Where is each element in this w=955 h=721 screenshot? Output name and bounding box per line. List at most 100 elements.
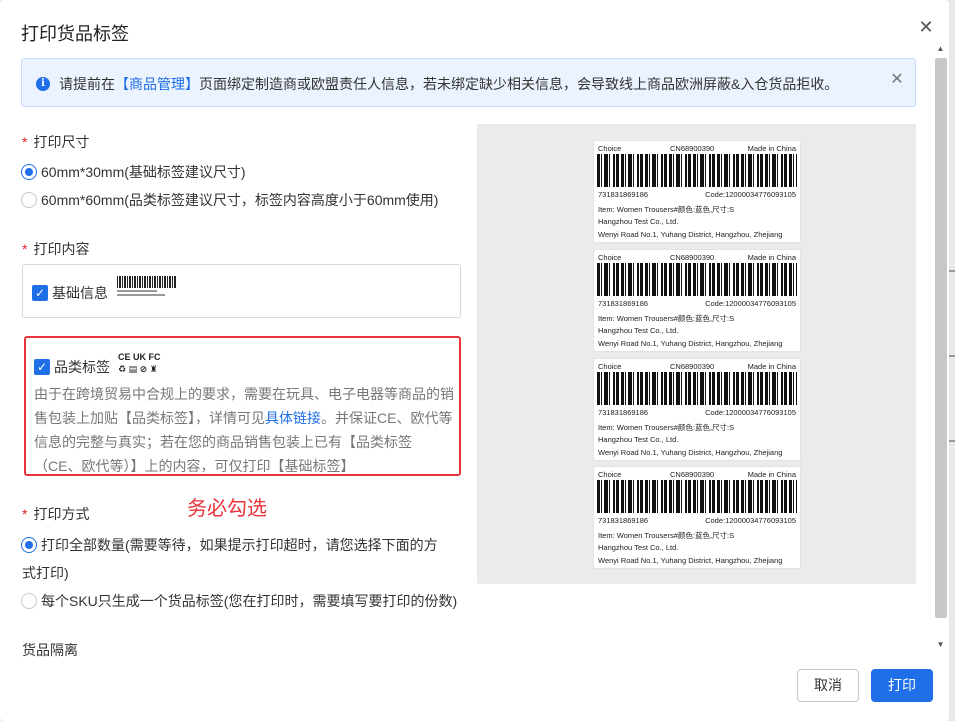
label-company: Hangzhou Test Co., Ltd.: [598, 543, 679, 552]
category-label-description: 由于在跨境贸易中合规上的要求，需要在玩具、电子电器等商品的销售包装上加贴【品类标…: [34, 382, 454, 478]
details-link[interactable]: 具体链接: [265, 410, 321, 426]
label-header: Choice CN68900390 Made in China: [598, 362, 796, 372]
barcode: [597, 480, 797, 513]
label-preview-panel: Choice CN68900390 Made in China 73183186…: [477, 124, 916, 584]
radio-print-one-per-sku-label: 每个SKU只生成一个货品标签(您在打印时，需要填写要打印的份数): [41, 593, 458, 609]
required-mark: *: [22, 241, 28, 257]
print-method-label: * 打印方式: [22, 504, 89, 524]
notice-text: 请提前在【商品管理】页面绑定制造商或欧盟责任人信息，若未绑定缺少相关信息，会导致…: [59, 74, 838, 94]
barcode: [597, 263, 797, 296]
basic-label-thumbnail: [117, 276, 177, 302]
notice-suffix: 页面绑定制造商或欧盟责任人信息，若未绑定缺少相关信息，会导致线上商品欧洲屏蔽&入…: [199, 76, 839, 92]
radio-checked-icon[interactable]: [21, 537, 37, 553]
label-origin: Made in China: [747, 253, 796, 262]
label-brand: Choice: [598, 362, 622, 371]
basic-info-label: 基础信息: [52, 285, 108, 301]
vertical-scrollbar[interactable]: ▲ ▼: [933, 43, 948, 653]
label-codes: 731831869186 Code:12000034776093105: [598, 299, 796, 309]
close-icon[interactable]: ✕: [915, 16, 937, 38]
label-codes: 731831869186 Code:12000034776093105: [598, 516, 796, 526]
category-label-card[interactable]: ✓ 品类标签 CE UK FC ♻ ▤ ⊘ ♜ 由于在跨境贸易中合规上的要求，需…: [24, 336, 461, 476]
category-label-checkbox-row[interactable]: ✓ 品类标签: [34, 357, 110, 377]
print-size-label-text: 打印尺寸: [33, 134, 90, 150]
category-label-text: 品类标签: [54, 359, 110, 375]
label-item: Item: Women Trousers#颜色:蓝色,尺寸:S: [598, 531, 735, 540]
label-codes: 731831869186 Code:12000034776093105: [598, 190, 796, 200]
radio-size-60x30[interactable]: 60mm*30mm(基础标签建议尺寸): [21, 162, 246, 182]
basic-info-checkbox-row[interactable]: ✓ 基础信息: [32, 283, 108, 303]
label-address: Wenyi Road No.1, Yuhang District, Hangzh…: [598, 339, 783, 348]
print-size-label: * 打印尺寸: [22, 132, 89, 152]
label-address: Wenyi Road No.1, Yuhang District, Hangzh…: [598, 556, 783, 565]
print-button[interactable]: 打印: [871, 669, 933, 702]
notice-banner: i 请提前在【商品管理】页面绑定制造商或欧盟责任人信息，若未绑定缺少相关信息，会…: [21, 58, 916, 107]
label-header: Choice CN68900390 Made in China: [598, 470, 796, 480]
label-brand: Choice: [598, 253, 622, 262]
label-code: Code:12000034776093105: [705, 299, 796, 308]
required-mark: *: [22, 506, 28, 522]
radio-unchecked-icon[interactable]: [21, 593, 37, 609]
label-brand: Choice: [598, 470, 622, 479]
label-code: Code:12000034776093105: [705, 190, 796, 199]
label-cn-code: CN68900390: [670, 144, 715, 153]
thumbnail-line: [117, 290, 157, 292]
certification-marks-line: CE UK FC: [118, 352, 161, 362]
annotation-must-check: 务必勾选: [187, 498, 267, 520]
label-sku-code: 731831869186: [598, 408, 649, 417]
label-item: Item: Women Trousers#颜色:蓝色,尺寸:S: [598, 423, 735, 432]
scrollbar-thumb[interactable]: [935, 58, 947, 618]
barcode: [597, 154, 797, 187]
radio-print-all-label-continued: 式打印): [22, 565, 69, 581]
label-header: Choice CN68900390 Made in China: [598, 253, 796, 263]
label-item: Item: Women Trousers#颜色:蓝色,尺寸:S: [598, 314, 735, 323]
radio-print-all[interactable]: 打印全部数量(需要等待，如果提示打印超时，请您选择下面的方: [21, 535, 438, 555]
label-origin: Made in China: [747, 144, 796, 153]
label-cn-code: CN68900390: [670, 253, 715, 262]
info-icon: i: [36, 77, 50, 91]
preview-label: Choice CN68900390 Made in China 73183186…: [593, 358, 801, 461]
radio-print-one-per-sku[interactable]: 每个SKU只生成一个货品标签(您在打印时，需要填写要打印的份数): [21, 591, 457, 611]
label-sku-code: 731831869186: [598, 190, 649, 199]
label-header: Choice CN68900390 Made in China: [598, 144, 796, 154]
certification-marks-line: ♻ ▤ ⊘ ♜: [118, 364, 158, 374]
label-origin: Made in China: [747, 470, 796, 479]
checkbox-checked-icon[interactable]: ✓: [34, 359, 50, 375]
scroll-up-icon[interactable]: ▲: [936, 45, 945, 53]
certification-marks-icon: CE UK FC ♻ ▤ ⊘ ♜: [118, 351, 178, 379]
scroll-down-icon[interactable]: ▼: [936, 641, 945, 649]
radio-size-60x60-label: 60mm*60mm(品类标签建议尺寸，标签内容高度小于60mm使用): [41, 192, 439, 208]
notice-close-icon[interactable]: ✕: [888, 71, 906, 89]
radio-unchecked-icon[interactable]: [21, 192, 37, 208]
basic-info-card[interactable]: ✓ 基础信息: [22, 264, 461, 318]
label-address: Wenyi Road No.1, Yuhang District, Hangzh…: [598, 230, 783, 239]
thumbnail-line: [117, 294, 165, 296]
label-cn-code: CN68900390: [670, 362, 715, 371]
label-cn-code: CN68900390: [670, 470, 715, 479]
label-code: Code:12000034776093105: [705, 516, 796, 525]
label-address: Wenyi Road No.1, Yuhang District, Hangzh…: [598, 448, 783, 457]
barcode-thumbnail: [117, 276, 177, 288]
label-code: Code:12000034776093105: [705, 408, 796, 417]
radio-size-60x60[interactable]: 60mm*60mm(品类标签建议尺寸，标签内容高度小于60mm使用): [21, 190, 438, 210]
label-codes: 731831869186 Code:12000034776093105: [598, 408, 796, 418]
dialog-title: 打印货品标签: [21, 24, 129, 44]
radio-print-all-label: 打印全部数量(需要等待，如果提示打印超时，请您选择下面的方: [41, 537, 438, 553]
barcode: [597, 372, 797, 405]
label-company: Hangzhou Test Co., Ltd.: [598, 326, 679, 335]
label-brand: Choice: [598, 144, 622, 153]
checkbox-checked-icon[interactable]: ✓: [32, 285, 48, 301]
required-mark: *: [22, 134, 28, 150]
preview-label: Choice CN68900390 Made in China 73183186…: [593, 140, 801, 243]
product-management-link[interactable]: 【商品管理】: [115, 76, 199, 92]
notice-prefix: 请提前在: [59, 76, 115, 92]
label-origin: Made in China: [747, 362, 796, 371]
label-item: Item: Women Trousers#颜色:蓝色,尺寸:S: [598, 205, 735, 214]
print-label-dialog: 打印货品标签 ✕ i 请提前在【商品管理】页面绑定制造商或欧盟责任人信息，若未绑…: [0, 0, 949, 721]
radio-checked-icon[interactable]: [21, 164, 37, 180]
preview-label: Choice CN68900390 Made in China 73183186…: [593, 466, 801, 569]
cancel-button[interactable]: 取消: [797, 669, 859, 702]
print-content-label: * 打印内容: [22, 239, 89, 259]
preview-label: Choice CN68900390 Made in China 73183186…: [593, 249, 801, 352]
print-method-label-text: 打印方式: [33, 506, 90, 522]
label-company: Hangzhou Test Co., Ltd.: [598, 435, 679, 444]
